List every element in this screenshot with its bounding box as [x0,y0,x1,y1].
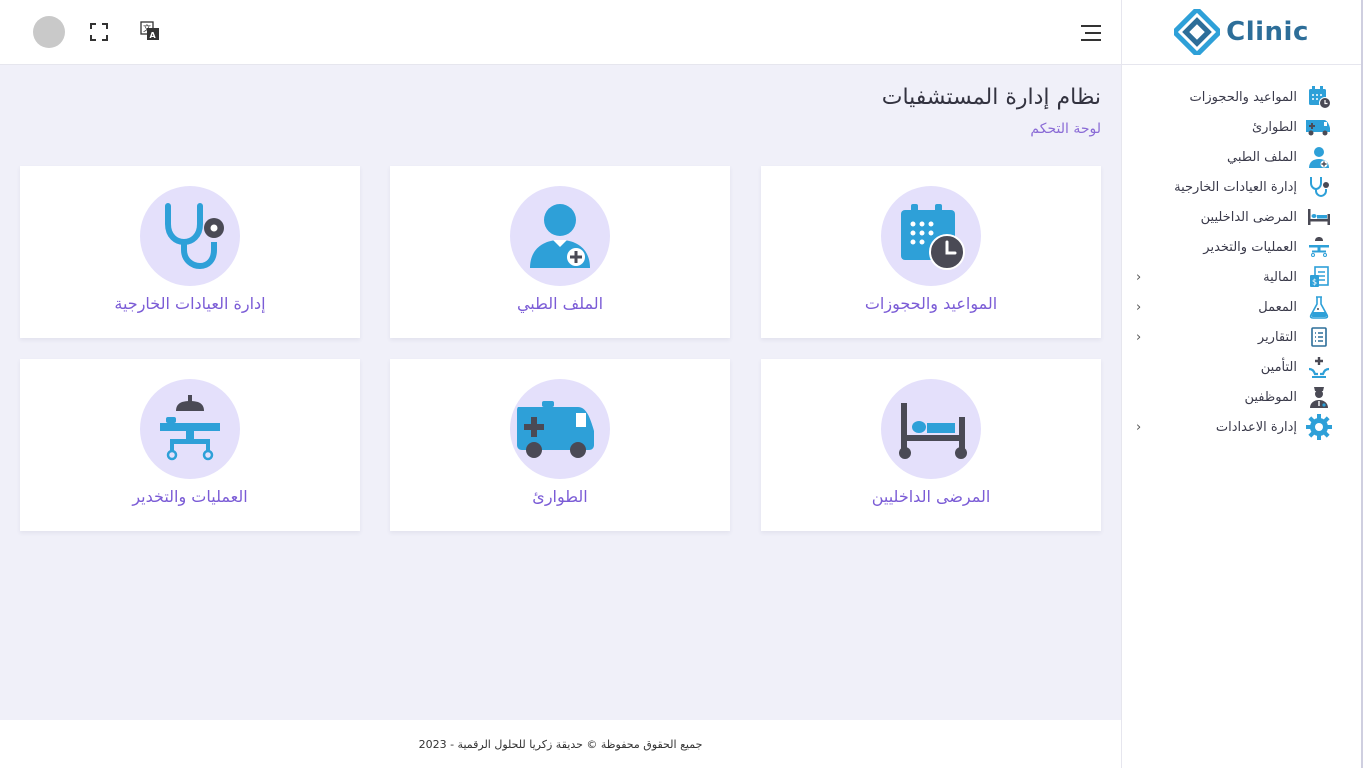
card-label: المرضى الداخليين [871,487,991,506]
page-title: نظام إدارة المستشفيات [881,85,1101,110]
finance-icon: $ [1305,264,1333,290]
circle-bg [140,379,240,479]
card-label: العمليات والتخدير [132,487,248,506]
chevron-left-icon: › [1136,419,1142,435]
sidebar-item-label: الموظفين [1244,389,1297,405]
circle-bg [140,186,240,286]
sidebar-item-label: المالية [1263,269,1297,285]
ambulance-icon [1305,114,1333,140]
sidebar-item-label: المعمل [1258,299,1297,315]
chevron-left-icon: › [1136,299,1142,315]
sidebar-item-label: العمليات والتخدير [1203,239,1297,255]
insurance-hands-icon [1305,354,1333,380]
brand-name: Clinic [1226,17,1309,47]
circle-bg [510,379,610,479]
svg-text:A: A [150,31,157,40]
card-outpatient-clinics[interactable]: إدارة العيادات الخارجية [20,166,360,338]
scrollbar[interactable] [1361,0,1366,768]
card-label: المواعيد والحجوزات [864,294,998,313]
calendar-clock-icon [1305,84,1333,110]
card-label: إدارة العيادات الخارجية [114,294,266,313]
sidebar-nav: المواعيد والحجوزات الطوارئ الملف الطبي إ… [1122,65,1361,442]
sidebar-item-label: الطوارئ [1251,119,1297,135]
sidebar-item-medical-file[interactable]: الملف الطبي [1122,142,1361,172]
sidebar-item-employees[interactable]: الموظفين [1122,382,1361,412]
sidebar-item-inpatients[interactable]: المرضى الداخليين [1122,202,1361,232]
footer-copyright: جميع الحقوق محفوظة © حديقة زكريا للحلول … [418,737,703,751]
main-content: نظام إدارة المستشفيات لوحة التحكم المواع… [0,65,1121,720]
patient-icon [1305,144,1333,170]
sidebar: Clinic المواعيد والحجوزات الطوارئ الملف … [1121,0,1361,768]
circle-bg [881,379,981,479]
sidebar-item-lab[interactable]: المعمل › [1122,292,1361,322]
sidebar-item-label: إدارة العيادات الخارجية [1174,179,1297,195]
report-icon [1305,324,1333,350]
nurse-icon [1305,384,1333,410]
card-label: الطوارئ [532,487,588,506]
card-emergency[interactable]: الطوارئ [390,359,730,531]
breadcrumb-dashboard[interactable]: لوحة التحكم [1030,121,1101,137]
sidebar-item-finance[interactable]: $ المالية › [1122,262,1361,292]
card-appointments[interactable]: المواعيد والحجوزات [761,166,1101,338]
chevron-left-icon: › [1136,329,1142,345]
footer: جميع الحقوق محفوظة © حديقة زكريا للحلول … [0,720,1121,768]
calendar-clock-icon [901,204,965,270]
clinic-logo-icon [1174,9,1221,55]
sidebar-item-emergency[interactable]: الطوارئ [1122,112,1361,142]
sidebar-item-label: إدارة الاعدادات [1215,419,1297,435]
svg-text:$: $ [1312,278,1317,287]
sidebar-item-appointments[interactable]: المواعيد والحجوزات [1122,82,1361,112]
circle-bg [510,186,610,286]
sidebar-item-label: التقارير [1257,329,1297,345]
fullscreen-icon[interactable] [89,22,109,42]
sidebar-item-label: المواعيد والحجوزات [1189,89,1297,105]
translate-icon[interactable]: 文 A [140,21,160,41]
sidebar-item-label: التأمين [1260,359,1297,375]
stethoscope-icon [165,203,224,270]
sidebar-item-outpatient-clinics[interactable]: إدارة العيادات الخارجية [1122,172,1361,202]
card-operations[interactable]: العمليات والتخدير [20,359,360,531]
sidebar-item-insurance[interactable]: التأمين [1122,352,1361,382]
sidebar-item-label: المرضى الداخليين [1200,209,1297,225]
card-label: الملف الطبي [516,294,604,313]
stethoscope-icon [1305,174,1333,200]
operating-table-icon [160,395,220,461]
sidebar-item-operations[interactable]: العمليات والتخدير [1122,232,1361,262]
hamburger-icon[interactable] [1080,24,1102,42]
chevron-left-icon: › [1136,269,1142,285]
sidebar-item-settings[interactable]: إدارة الاعدادات › [1122,412,1361,442]
operating-table-icon [1305,234,1333,260]
sidebar-item-label: الملف الطبي [1227,149,1297,165]
ambulance-icon [517,401,594,458]
sidebar-item-reports[interactable]: التقارير › [1122,322,1361,352]
patient-icon [530,204,590,268]
flask-icon [1305,294,1333,320]
gear-icon [1305,414,1333,440]
circle-bg [881,186,981,286]
card-inpatients[interactable]: المرضى الداخليين [761,359,1101,531]
top-header: 文 A [0,0,1121,65]
brand-logo[interactable]: Clinic [1122,0,1361,65]
card-medical-file[interactable]: الملف الطبي [390,166,730,338]
hospital-bed-icon [1305,204,1333,230]
user-avatar[interactable] [33,16,65,48]
hospital-bed-icon [899,403,967,459]
